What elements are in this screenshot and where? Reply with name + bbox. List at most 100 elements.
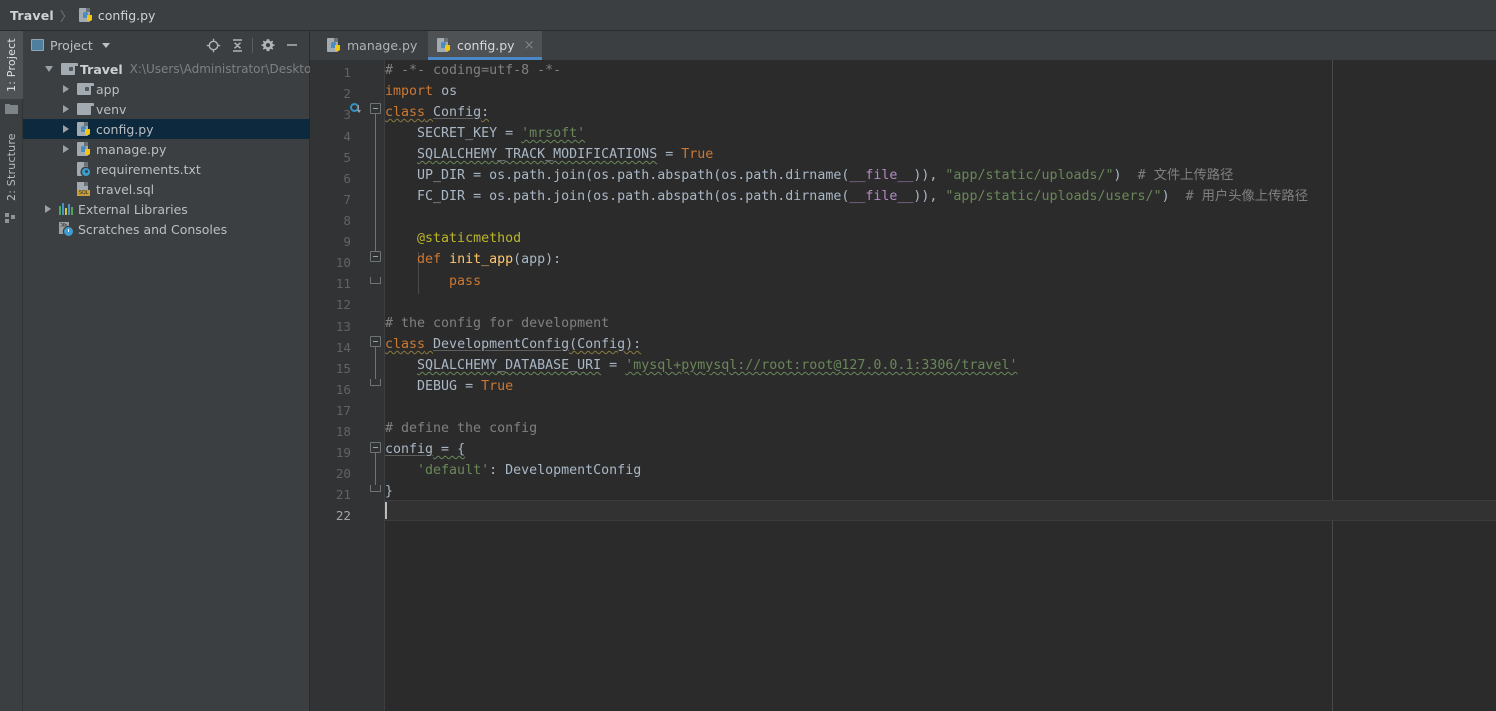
sql-file-icon: SQL: [77, 181, 91, 197]
chevron-expanded-icon[interactable]: [45, 66, 53, 72]
code-line-19: config = {: [385, 439, 465, 460]
settings-gear-icon[interactable]: [256, 33, 280, 57]
breadcrumb-root[interactable]: Travel: [10, 8, 54, 23]
punct-token: ): [1161, 189, 1170, 204]
chevron-collapsed-icon[interactable]: [63, 85, 69, 93]
tool-button-structure[interactable]: 2: Structure: [0, 126, 23, 208]
code-line-10: def init_app(app):: [385, 249, 561, 270]
dunder-token: __file__: [849, 189, 914, 204]
text-caret: [385, 502, 387, 519]
chevron-collapsed-icon[interactable]: [63, 145, 69, 153]
punct-token: ): [1113, 168, 1122, 183]
tab-label: config.py: [457, 38, 515, 53]
tree-row-config-py[interactable]: config.py: [23, 119, 310, 139]
function-name-token: init_app: [449, 252, 514, 267]
class-name-token: DevelopmentConfig: [433, 337, 570, 352]
chevron-collapsed-icon[interactable]: [63, 125, 69, 133]
string-token: "app/static/uploads/users/": [945, 189, 1162, 204]
close-icon[interactable]: ×: [524, 39, 535, 52]
hide-icon[interactable]: [280, 33, 304, 57]
base-class-token: (Config):: [569, 337, 642, 352]
code-line-9: @staticmethod: [385, 228, 521, 249]
project-panel-title[interactable]: Project: [31, 38, 110, 53]
python-file-icon: [77, 121, 91, 137]
code-line-20: 'default': DevelopmentConfig: [385, 460, 641, 481]
line-number: 10: [335, 255, 351, 270]
tree-row-travel-sql[interactable]: SQL travel.sql: [23, 179, 310, 199]
breadcrumb-separator-icon: 〉: [59, 9, 73, 25]
tree-row-manage-py[interactable]: manage.py: [23, 139, 310, 159]
code-line-3: class Config:: [385, 102, 489, 123]
tree-row-external-libraries[interactable]: External Libraries: [23, 199, 310, 219]
line-number: 5: [343, 150, 351, 165]
collapse-all-icon[interactable]: [225, 33, 249, 57]
variable-token: SQLALCHEMY_TRACK_MODIFICATIONS: [417, 147, 658, 162]
keyword-token: import: [385, 84, 434, 99]
tab-manage-py[interactable]: manage.py ×: [318, 31, 445, 60]
chevron-down-icon[interactable]: [101, 42, 110, 48]
line-number: 7: [343, 192, 351, 207]
structure-icon: [5, 213, 17, 223]
tree-label: app: [96, 81, 120, 97]
scratches-icon: [59, 221, 73, 236]
constant-token: True: [481, 379, 514, 394]
code-line-4: SECRET_KEY = 'mrsoft': [385, 123, 585, 144]
text-config-file-icon: [77, 161, 91, 177]
locate-icon[interactable]: [201, 33, 225, 57]
punct-token: )),: [913, 189, 946, 204]
code-line-1: # -*- coding=utf-8 -*-: [385, 60, 561, 81]
chevron-collapsed-icon[interactable]: [63, 105, 69, 113]
code-text-area[interactable]: 1 2 3 4 5 6 7 8 9 10 11 12 13 14 15 16 1…: [310, 60, 1496, 711]
project-panel-title-label: Project: [50, 37, 93, 53]
left-tool-strip: 1: Project 2: Structure: [0, 31, 23, 711]
class-name-token: Config: [433, 105, 482, 120]
line-number: 2: [343, 86, 351, 101]
tab-config-py[interactable]: config.py ×: [428, 31, 543, 60]
line-number: 13: [335, 319, 351, 334]
python-file-icon: [78, 7, 93, 23]
punct-token: :: [481, 105, 490, 120]
keyword-token: pass: [449, 274, 482, 289]
tree-row-requirements-txt[interactable]: requirements.txt: [23, 159, 310, 179]
tree-project-path: X:\Users\Administrator\Desktop\py: [129, 62, 338, 76]
line-number: 12: [335, 297, 351, 312]
tree-row-app[interactable]: app: [23, 79, 310, 99]
tree-row-scratches-and-consoles[interactable]: Scratches and Consoles: [23, 219, 310, 239]
class-ref-token: DevelopmentConfig: [505, 463, 642, 478]
tree-label: Scratches and Consoles: [78, 221, 228, 237]
code-line-11: pass: [385, 271, 481, 292]
tree-label: requirements.txt: [96, 161, 201, 177]
code-line-16: DEBUG = True: [385, 376, 513, 397]
tool-button-project[interactable]: 1: Project: [0, 31, 23, 99]
code-line-2: import os: [385, 81, 457, 102]
tab-label: manage.py: [347, 38, 418, 53]
constant-token: True: [681, 147, 714, 162]
folder-module-icon: [61, 63, 78, 75]
project-tool-window: Project Travel X:\Users\Administrator\De…: [23, 31, 338, 711]
line-number-current: 22: [335, 508, 351, 523]
editor-tab-bar: manage.py × config.py ×: [310, 31, 1496, 60]
project-tree: Travel X:\Users\Administrator\Desktop\py…: [23, 59, 338, 239]
python-file-icon: [77, 141, 91, 157]
code-line-18: # define the config: [385, 418, 537, 439]
line-number: 14: [335, 340, 351, 355]
code-editor[interactable]: 1 2 3 4 5 6 7 8 9 10 11 12 13 14 15 16 1…: [310, 60, 1496, 711]
tree-row-travel[interactable]: Travel X:\Users\Administrator\Desktop\py: [23, 59, 338, 79]
expr-token: = os.path.join(os.path.abspath(os.path.d…: [465, 168, 850, 183]
breadcrumb-file[interactable]: config.py: [78, 7, 155, 23]
python-file-icon: [437, 38, 451, 53]
signature-token: (app):: [513, 252, 562, 267]
tree-label: Travel: [80, 61, 123, 77]
line-number: 6: [343, 171, 351, 186]
tree-row-venv[interactable]: venv: [23, 99, 310, 119]
line-number: 3: [343, 107, 351, 122]
folder-icon: [77, 103, 94, 115]
variable-token: config: [385, 442, 434, 457]
breadcrumb-root-label: Travel: [10, 7, 54, 23]
variable-token: DEBUG: [417, 379, 458, 394]
operator-token: =: [657, 147, 682, 162]
chevron-collapsed-icon[interactable]: [45, 205, 51, 213]
